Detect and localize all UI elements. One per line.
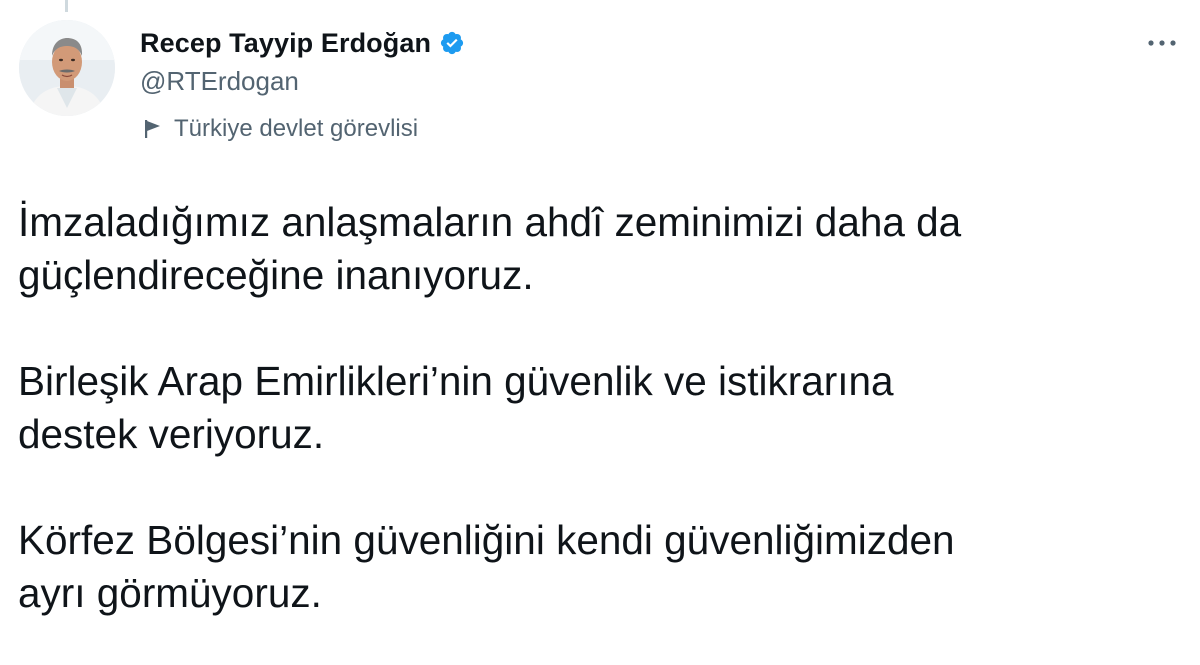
tweet-paragraph: İmzaladığımız anlaşmaların ahdî zeminimi… [18, 199, 962, 298]
tweet-paragraph: Birleşik Arap Emirlikleri’nin güvenlik v… [18, 358, 894, 457]
tweet-card: Recep Tayyip Erdoğan @RTErdogan Türkiye … [0, 0, 1200, 665]
author-info: Recep Tayyip Erdoğan @RTErdogan [140, 26, 465, 97]
tweet-paragraph: Körfez Bölgesi’nin güvenliğini kendi güv… [18, 517, 955, 616]
flag-icon [142, 118, 164, 140]
tweet-text: İmzaladığımız anlaşmaların ahdî zeminimi… [18, 196, 1178, 620]
author-display-name[interactable]: Recep Tayyip Erdoğan [140, 28, 431, 59]
author-handle[interactable]: @RTErdogan [140, 66, 465, 97]
more-horizontal-icon [1148, 40, 1176, 46]
verified-badge-icon [439, 30, 465, 56]
avatar-image [19, 20, 115, 116]
author-name-row: Recep Tayyip Erdoğan [140, 26, 465, 60]
avatar[interactable] [19, 20, 115, 116]
account-label: Türkiye devlet görevlisi [142, 115, 418, 143]
thread-connector-line [65, 0, 68, 12]
account-label-text: Türkiye devlet görevlisi [174, 115, 419, 142]
more-options-button[interactable] [1140, 28, 1184, 58]
